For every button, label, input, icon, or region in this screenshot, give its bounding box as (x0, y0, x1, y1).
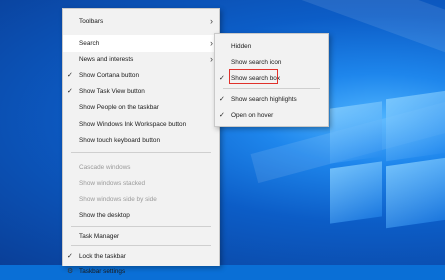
menu-item-show-people[interactable]: Show People on the taskbar (63, 99, 219, 116)
menu-separator (223, 88, 320, 89)
submenu-item-open-on-hover[interactable]: ✓ Open on hover (215, 107, 328, 124)
checkmark-icon: ✓ (219, 96, 225, 103)
checkmark-icon: ✓ (219, 112, 225, 119)
checkmark-icon: ✓ (67, 72, 73, 79)
menu-item-show-cortana-button[interactable]: ✓ Show Cortana button (63, 67, 219, 84)
menu-separator (71, 152, 211, 153)
chevron-right-icon: › (210, 38, 213, 48)
windows-logo-pane (330, 101, 382, 164)
menu-item-search[interactable]: Search › (63, 35, 219, 52)
submenu-item-hidden[interactable]: Hidden (215, 38, 328, 55)
gear-icon: ⚙ (67, 268, 74, 275)
menu-item-task-manager[interactable]: Task Manager (63, 228, 219, 245)
search-submenu: Hidden Show search icon ✓ Show search bo… (214, 33, 329, 127)
menu-item-toolbars[interactable]: Toolbars › (63, 13, 219, 30)
menu-separator (71, 245, 211, 246)
menu-item-taskbar-settings[interactable]: ⚙ Taskbar settings (63, 263, 219, 280)
menu-item-show-windows-stacked: Show windows stacked (79, 180, 146, 187)
menu-item-show-task-view-button[interactable]: ✓ Show Task View button (63, 83, 219, 100)
chevron-right-icon: › (210, 54, 213, 64)
submenu-item-show-search-icon[interactable]: Show search icon (215, 54, 328, 71)
taskbar-context-menu: Toolbars › Search › News and interests ›… (62, 8, 220, 275)
menu-item-show-touch-keyboard[interactable]: Show touch keyboard button (63, 132, 219, 149)
chevron-right-icon: › (210, 16, 213, 26)
submenu-item-show-search-highlights[interactable]: ✓ Show search highlights (215, 91, 328, 108)
menu-item-show-ink-workspace[interactable]: Show Windows Ink Workspace button (63, 116, 219, 133)
checkmark-icon: ✓ (219, 75, 225, 82)
windows-logo-pane (386, 90, 445, 162)
menu-item-news-and-interests[interactable]: News and interests › (63, 51, 219, 68)
submenu-item-show-search-box[interactable]: ✓ Show search box (215, 70, 328, 87)
windows-logo-pane (386, 157, 445, 229)
windows-logo-pane (330, 161, 382, 224)
menu-separator (71, 226, 211, 227)
menu-item-show-windows-side-by-side: Show windows side by side (79, 196, 157, 203)
checkmark-icon: ✓ (67, 88, 73, 95)
menu-item-cascade-windows: Cascade windows (79, 164, 131, 171)
windows-logo (330, 90, 445, 235)
menu-item-show-the-desktop[interactable]: Show the desktop (63, 207, 219, 224)
